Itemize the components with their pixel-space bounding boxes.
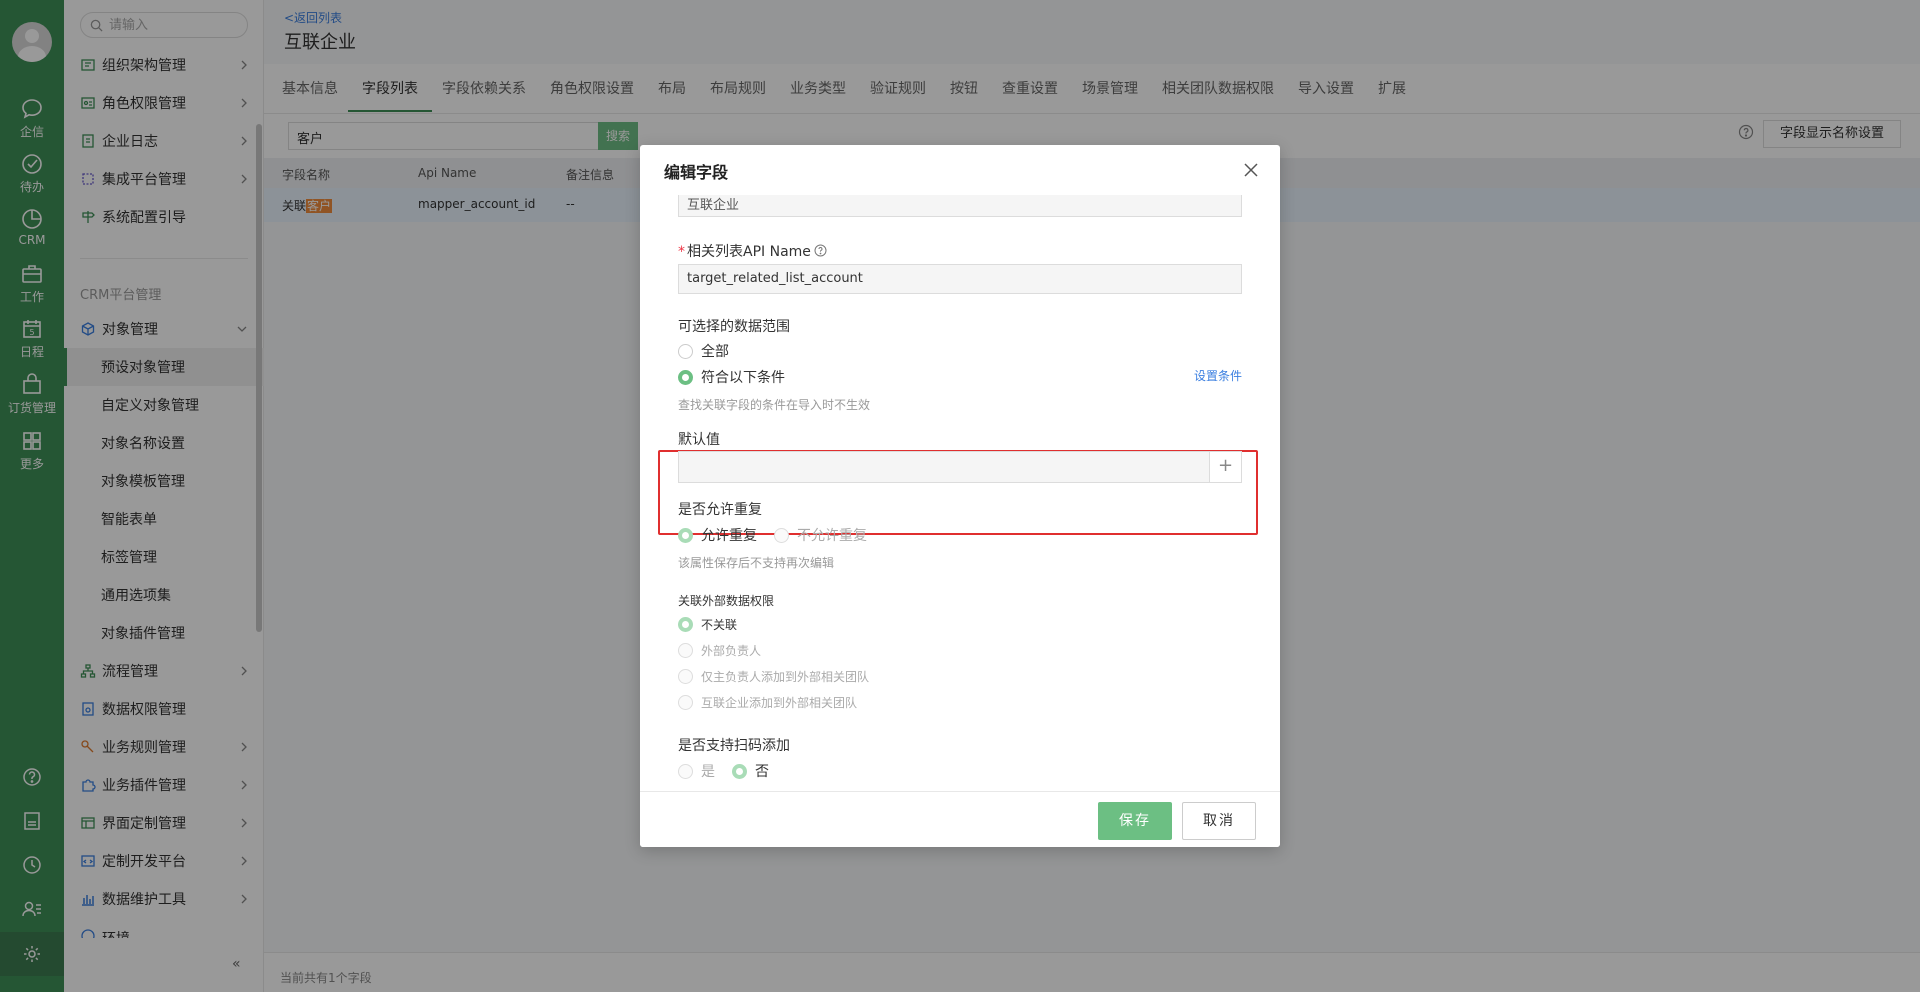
external-permission-label: 关联外部数据权限	[678, 594, 775, 608]
related-object-field: 互联企业	[678, 195, 1242, 217]
radio-dot	[678, 643, 693, 658]
radio-label: 仅主负责人添加到外部相关团队	[701, 670, 870, 684]
radio-dot	[678, 695, 693, 710]
radio-label: 否	[755, 764, 769, 780]
allow-duplicate-hint: 该属性保存后不支持再次编辑	[678, 556, 835, 570]
radio-label: 允许重复	[701, 528, 757, 544]
radio-dot	[678, 763, 693, 779]
radio-ext-main-owner-team[interactable]: 仅主负责人添加到外部相关团队	[678, 668, 869, 685]
radio-dot-selected	[678, 369, 693, 385]
radio-dot	[678, 669, 693, 684]
scan-add-label: 是否支持扫码添加	[678, 738, 790, 754]
radio-label: 外部负责人	[701, 644, 762, 658]
required-asterisk: *	[678, 244, 685, 260]
radio-dot-selected	[678, 527, 693, 543]
radio-range-conditional[interactable]: 符合以下条件	[678, 367, 785, 387]
api-name-input[interactable]: target_related_list_account	[678, 264, 1242, 294]
radio-label: 互联企业添加到外部相关团队	[701, 696, 858, 710]
dialog-body: 互联企业 * 相关列表API Name target_related_list_a…	[640, 195, 1280, 792]
dialog-footer: 保存 取消	[640, 791, 1280, 847]
radio-label: 不关联	[701, 618, 738, 632]
cancel-button[interactable]: 取消	[1182, 802, 1256, 840]
set-condition-link[interactable]: 设置条件	[1194, 367, 1242, 384]
radio-dot	[774, 527, 789, 543]
default-value-label: 默认值	[678, 432, 720, 448]
radio-label: 不允许重复	[797, 528, 867, 544]
radio-range-all[interactable]: 全部	[678, 341, 729, 361]
api-name-label-text: 相关列表API Name	[687, 244, 811, 260]
edit-field-dialog: 编辑字段 互联企业 * 相关列表API Name target_related_l…	[640, 145, 1280, 847]
close-icon[interactable]	[1242, 161, 1260, 179]
default-value-input[interactable]: +	[678, 451, 1242, 483]
radio-label: 是	[701, 764, 715, 780]
radio-allow-duplicate[interactable]: 允许重复	[678, 525, 757, 545]
radio-ext-owner[interactable]: 外部负责人	[678, 642, 761, 659]
allow-duplicate-label: 是否允许重复	[678, 502, 762, 518]
radio-scan-no[interactable]: 否	[732, 761, 769, 781]
add-default-value-button[interactable]: +	[1209, 452, 1241, 482]
radio-ext-none[interactable]: 不关联	[678, 616, 737, 633]
data-range-hint: 查找关联字段的条件在导入时不生效	[678, 398, 871, 412]
api-name-label: * 相关列表API Name	[678, 241, 827, 261]
radio-no-duplicate[interactable]: 不允许重复	[774, 525, 867, 545]
data-range-label: 可选择的数据范围	[678, 319, 790, 335]
radio-dot	[678, 343, 693, 359]
radio-label: 全部	[701, 344, 729, 360]
radio-ext-partner-team[interactable]: 互联企业添加到外部相关团队	[678, 694, 857, 711]
save-button[interactable]: 保存	[1098, 802, 1172, 840]
dialog-title: 编辑字段	[664, 163, 729, 182]
radio-scan-yes[interactable]: 是	[678, 761, 715, 781]
radio-label: 符合以下条件	[701, 370, 785, 386]
radio-dot-selected	[732, 763, 747, 779]
radio-dot-selected	[678, 617, 693, 632]
help-icon[interactable]	[814, 244, 827, 257]
